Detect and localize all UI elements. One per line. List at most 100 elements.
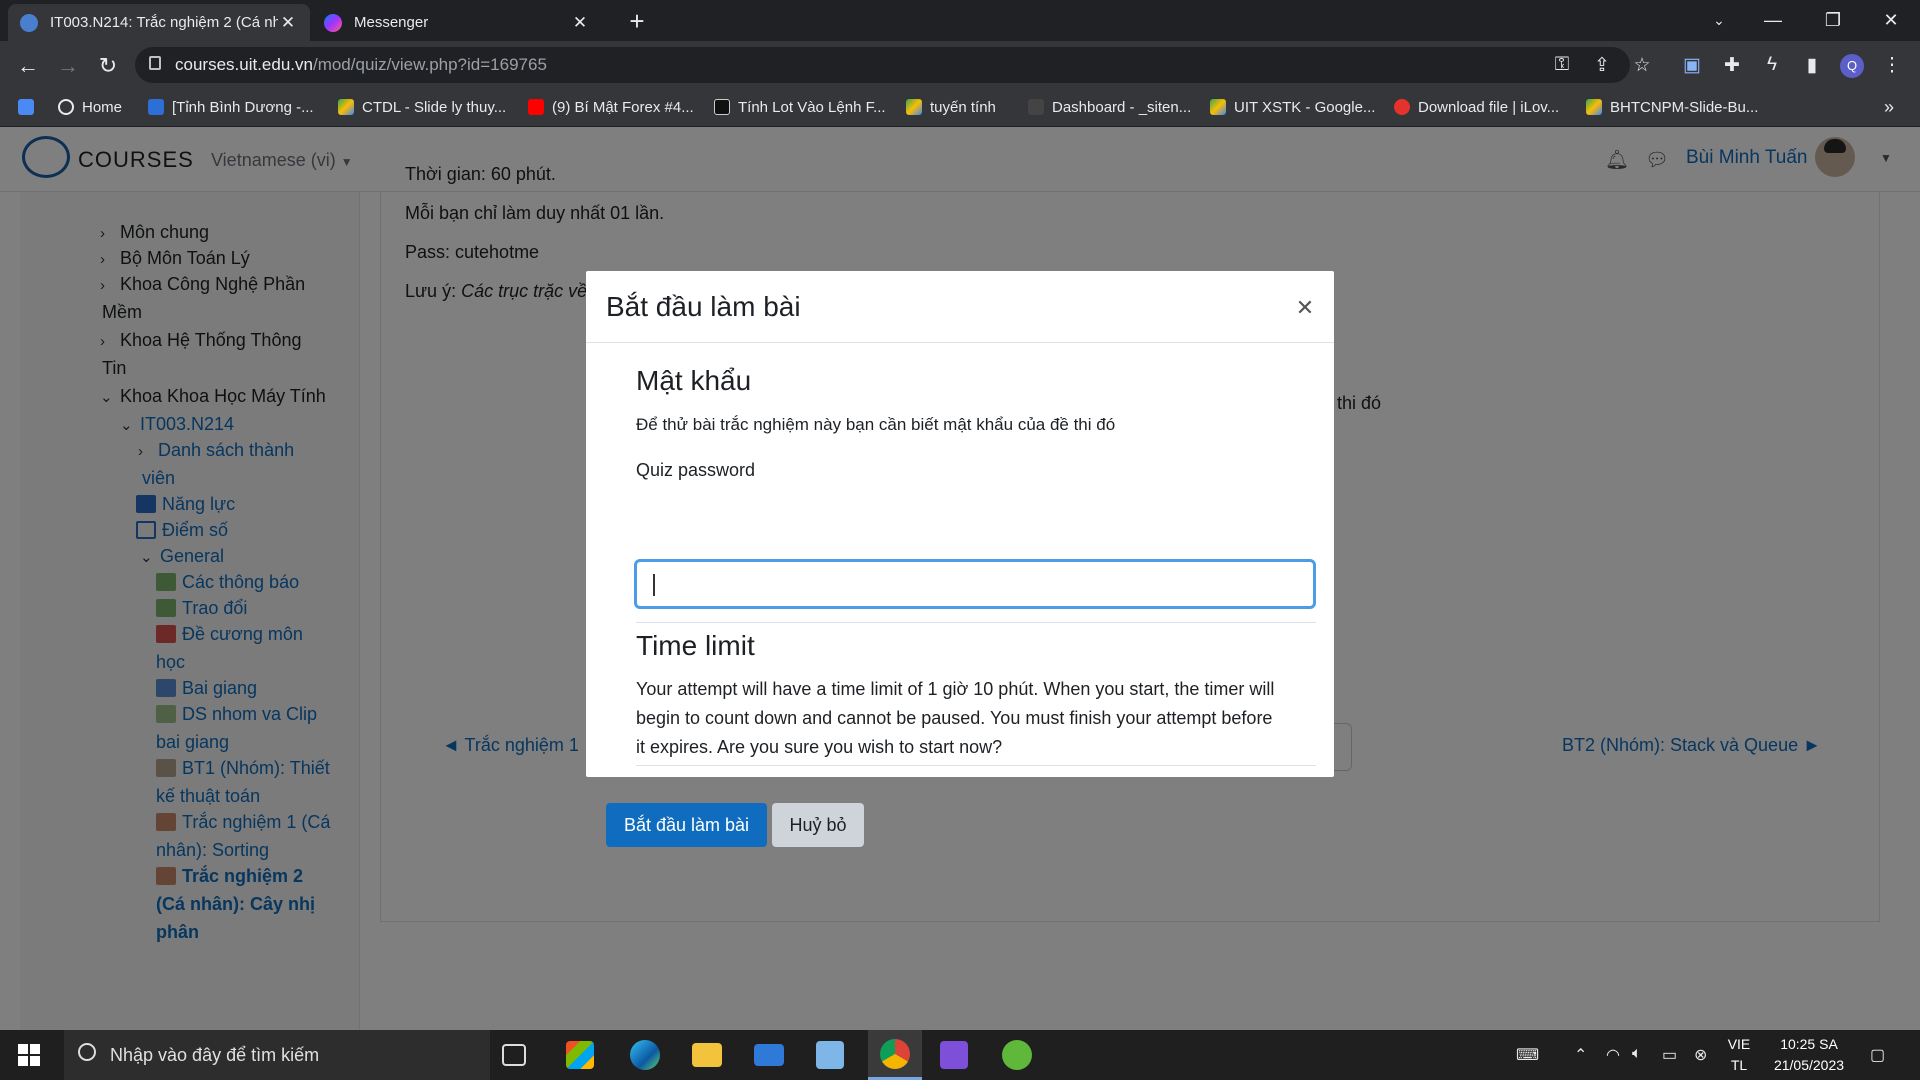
- chrome-icon: [880, 1039, 910, 1069]
- search-icon: [78, 1043, 96, 1061]
- bookmark-home[interactable]: Home: [58, 89, 122, 125]
- more-bookmarks-icon[interactable]: »: [1884, 89, 1894, 125]
- bookmark-item[interactable]: Download file | iLov...: [1394, 89, 1559, 125]
- close-window-icon[interactable]: ✕: [1862, 0, 1920, 41]
- forward-icon[interactable]: →: [54, 53, 82, 79]
- messenger-icon: [324, 13, 342, 32]
- tab-strip: IT003.N214: Trắc nghiệm 2 (Cá nhân) ✕ Me…: [0, 0, 1920, 41]
- input-language[interactable]: VIE TL: [1722, 1034, 1756, 1076]
- lock-icon: [149, 56, 161, 70]
- bookmark-star-icon[interactable]: ☆: [1630, 54, 1654, 77]
- microsoft-store-icon[interactable]: [566, 1041, 594, 1069]
- bookmark-label: tuyến tính: [930, 98, 996, 116]
- task-view-icon[interactable]: [502, 1044, 526, 1066]
- taskbar-search[interactable]: Nhập vào đây để tìm kiếm: [64, 1030, 490, 1080]
- start-attempt-dialog: Bắt đầu làm bài ✕ Mật khẩu Để thử bài tr…: [586, 271, 1334, 777]
- bookmark-item[interactable]: UIT XSTK - Google...: [1210, 89, 1375, 125]
- bookmark-apps[interactable]: [18, 89, 42, 125]
- keyboard-icon[interactable]: ⌨: [1516, 1045, 1539, 1065]
- url-host: courses.uit.edu.vn: [175, 55, 313, 74]
- edge-icon[interactable]: [630, 1040, 660, 1070]
- new-tab-button[interactable]: +: [622, 6, 652, 37]
- dialog-header: Bắt đầu làm bài ✕: [586, 271, 1334, 343]
- url-path: /mod/quiz/view.php?id=169765: [312, 55, 547, 74]
- wifi-icon[interactable]: ◠: [1606, 1045, 1620, 1065]
- bookmark-label: Tính Lot Vào Lệnh F...: [738, 98, 886, 116]
- site-icon: [148, 99, 164, 115]
- search-placeholder: Nhập vào đây để tìm kiếm: [110, 1044, 320, 1065]
- bookmark-label: Dashboard - _siten...: [1052, 98, 1192, 116]
- moodle-icon: [20, 13, 38, 32]
- bookmark-item[interactable]: (9) Bí Mật Forex #4...: [528, 89, 694, 125]
- back-icon[interactable]: ←: [14, 53, 42, 79]
- close-tab-icon[interactable]: ✕: [278, 13, 298, 33]
- bookmark-label: (9) Bí Mật Forex #4...: [552, 98, 694, 116]
- bookmark-label: Download file | iLov...: [1418, 98, 1560, 116]
- notifications-icon[interactable]: ▢: [1870, 1045, 1885, 1065]
- chrome-taskbar-item[interactable]: [868, 1030, 922, 1080]
- share-icon[interactable]: ⇪: [1590, 54, 1614, 77]
- reload-icon[interactable]: ↻: [94, 53, 122, 79]
- battery-icon[interactable]: ▭: [1662, 1045, 1677, 1065]
- clock-time: 10:25 SA: [1780, 1036, 1838, 1052]
- file-explorer-icon[interactable]: [692, 1043, 722, 1067]
- browser-toolbar: ← → ↻ courses.uit.edu.vn/mod/quiz/view.p…: [0, 41, 1920, 89]
- drive-icon: [906, 99, 922, 115]
- password-description: Để thử bài trắc nghiệm này bạn cần biết …: [636, 415, 1116, 434]
- address-bar[interactable]: courses.uit.edu.vn/mod/quiz/view.php?id=…: [135, 47, 1630, 83]
- power-off-icon[interactable]: ⊗: [1694, 1045, 1707, 1065]
- bookmark-item[interactable]: tuyến tính: [906, 89, 996, 125]
- key-icon[interactable]: ⚿: [1550, 54, 1574, 76]
- drive-icon: [338, 99, 354, 115]
- bookmark-item[interactable]: [Tỉnh Bình Dương -...: [148, 89, 314, 125]
- close-tab-icon[interactable]: ✕: [570, 13, 590, 33]
- bookmarks-bar: Home [Tỉnh Bình Dương -... CTDL - Slide …: [0, 89, 1920, 127]
- side-panel-icon[interactable]: ▮: [1800, 54, 1824, 77]
- page-viewport: COURSES Vietnamese (vi) ▼ 🔔︎ 💬︎ Bùi Minh…: [0, 127, 1920, 1030]
- divider: [636, 765, 1316, 766]
- tab-messenger[interactable]: Messenger ✕: [312, 4, 602, 41]
- bookmark-item[interactable]: BHTCNPM-Slide-Bu...: [1586, 89, 1758, 125]
- bookmark-item[interactable]: Dashboard - _siten...: [1028, 89, 1191, 125]
- language-code: VIE: [1727, 1036, 1751, 1052]
- drive-icon: [1586, 99, 1602, 115]
- text-cursor: [653, 574, 655, 596]
- volume-icon[interactable]: 🔈︎: [1632, 1045, 1642, 1063]
- drive-icon: [1210, 99, 1226, 115]
- quiz-password-field[interactable]: [634, 559, 1316, 609]
- bookmark-label: [Tỉnh Bình Dương -...: [172, 98, 314, 116]
- menu-icon[interactable]: ⋮: [1880, 54, 1904, 77]
- bookmark-label: CTDL - Slide ly thuy...: [362, 98, 507, 116]
- windows-start-icon[interactable]: [18, 1044, 40, 1066]
- globe-icon: [58, 99, 74, 115]
- tab-search-icon[interactable]: ⌄: [1690, 0, 1748, 41]
- chevron-up-icon[interactable]: ⌃: [1574, 1045, 1587, 1065]
- bookmark-label: UIT XSTK - Google...: [1234, 98, 1376, 116]
- translate-icon[interactable]: ▣: [1680, 54, 1704, 77]
- bookmark-label: Home: [82, 98, 123, 116]
- windows-taskbar: Nhập vào đây để tìm kiếm ⌨ ⌃ ◠ 🔈︎ ▭ ⊗ VI…: [0, 1030, 1920, 1080]
- extensions-icon[interactable]: ✚: [1720, 54, 1744, 77]
- system-clock[interactable]: 10:25 SA 21/05/2023: [1764, 1034, 1854, 1076]
- minimize-icon[interactable]: —: [1744, 0, 1802, 41]
- tab-quiz[interactable]: IT003.N214: Trắc nghiệm 2 (Cá nhân) ✕: [8, 4, 310, 41]
- quiz-password-input[interactable]: [637, 562, 1313, 606]
- performance-icon[interactable]: ϟ: [1760, 54, 1784, 76]
- tab-title: Messenger: [354, 14, 429, 31]
- app-icon[interactable]: [1002, 1040, 1032, 1070]
- youtube-icon: [528, 99, 544, 115]
- photos-icon[interactable]: [816, 1041, 844, 1069]
- close-icon[interactable]: ✕: [1294, 295, 1316, 321]
- bookmark-item[interactable]: Tính Lot Vào Lệnh F...: [714, 89, 886, 125]
- profile-icon[interactable]: Q: [1840, 54, 1864, 78]
- cancel-button[interactable]: Huỷ bỏ: [772, 803, 864, 847]
- password-label: Quiz password: [636, 460, 756, 480]
- bookmark-label: BHTCNPM-Slide-Bu...: [1610, 98, 1759, 116]
- site-icon: [714, 99, 730, 115]
- bookmark-item[interactable]: CTDL - Slide ly thuy...: [338, 89, 506, 125]
- restore-icon[interactable]: ❐: [1804, 0, 1862, 41]
- time-limit-line-1: Your attempt will have a time limit of 1…: [636, 679, 1275, 699]
- mail-icon[interactable]: [754, 1044, 784, 1066]
- visual-studio-icon[interactable]: [940, 1041, 968, 1069]
- start-attempt-button[interactable]: Bắt đầu làm bài: [606, 803, 767, 847]
